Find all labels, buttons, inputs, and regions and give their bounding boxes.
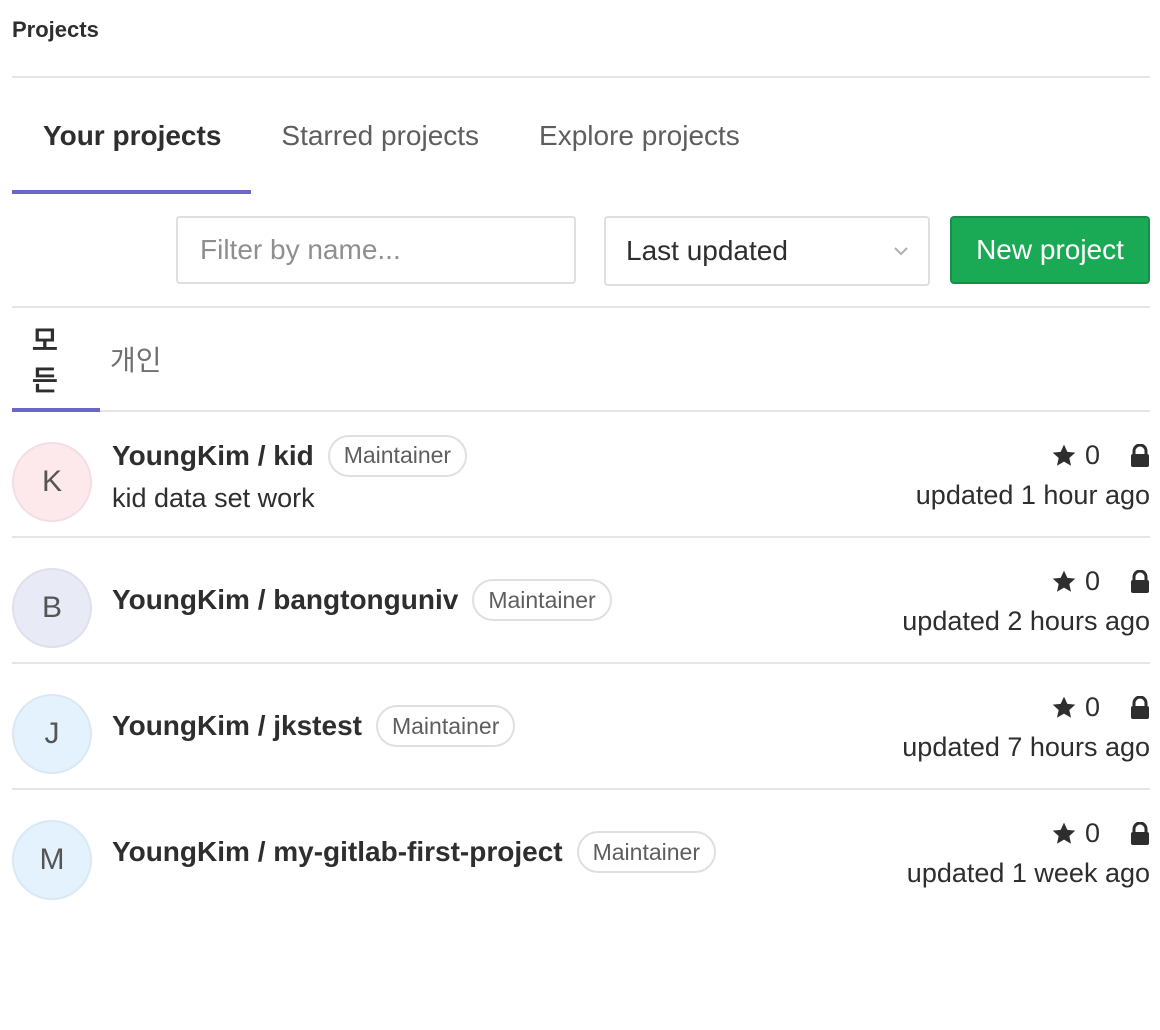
role-badge: Maintainer bbox=[327, 434, 468, 477]
project-info: YoungKim / kid Maintainer kid data set w… bbox=[112, 412, 468, 536]
tab-all[interactable]: 모든 bbox=[12, 308, 100, 412]
project-info: YoungKim / jkstest Maintainer bbox=[112, 664, 516, 788]
lock-icon bbox=[1131, 821, 1149, 845]
avatar-letter: J bbox=[44, 717, 60, 750]
tab-label: Your projects bbox=[43, 120, 222, 151]
avatar-letter: M bbox=[39, 843, 65, 876]
updated-time: updated 1 hour ago bbox=[915, 479, 1150, 510]
updated-time: updated 7 hours ago bbox=[902, 731, 1150, 762]
tab-starred-projects[interactable]: Starred projects bbox=[251, 78, 509, 194]
project-meta: 0 updated 1 hour ago bbox=[916, 412, 1150, 536]
project-stats: 0 bbox=[1051, 438, 1150, 474]
sub-tab-label: 개인 bbox=[110, 345, 162, 376]
project-tabs: Your projects Starred projects Explore p… bbox=[12, 78, 1150, 194]
star-icon[interactable] bbox=[1051, 821, 1077, 847]
projects-page: Projects Your projects Starred projects … bbox=[12, 0, 1150, 916]
project-list: K YoungKim / kid Maintainer kid data set… bbox=[12, 412, 1150, 916]
star-count: 0 bbox=[1084, 566, 1100, 596]
project-description: kid data set work bbox=[112, 482, 315, 513]
role-badge: Maintainer bbox=[375, 705, 516, 747]
project-info: YoungKim / bangtonguniv Maintainer bbox=[112, 538, 612, 662]
project-avatar[interactable]: B bbox=[12, 568, 92, 648]
avatar-letter: B bbox=[41, 591, 62, 624]
project-stats: 0 bbox=[1051, 816, 1150, 852]
star-count: 0 bbox=[1084, 440, 1100, 470]
lock-icon bbox=[1131, 443, 1149, 467]
sub-tab-label: 모든 bbox=[32, 325, 58, 396]
role-badge: Maintainer bbox=[472, 579, 612, 621]
tab-explore-projects[interactable]: Explore projects bbox=[509, 78, 770, 194]
new-project-button[interactable]: New project bbox=[950, 216, 1150, 284]
filter-by-name-input[interactable] bbox=[176, 216, 576, 284]
star-icon[interactable] bbox=[1051, 443, 1077, 469]
avatar-letter: K bbox=[41, 465, 62, 498]
project-name-link[interactable]: YoungKim / jkstest bbox=[112, 710, 362, 742]
star-count: 0 bbox=[1084, 818, 1100, 848]
tab-your-projects[interactable]: Your projects bbox=[12, 78, 252, 194]
project-meta: 0 updated 1 week ago bbox=[907, 790, 1150, 914]
tab-label: Starred projects bbox=[281, 120, 480, 151]
project-title-line: YoungKim / bangtonguniv Maintainer bbox=[112, 579, 612, 621]
project-row: B YoungKim / bangtonguniv Maintainer 0 u… bbox=[12, 538, 1150, 664]
page-title[interactable]: Projects bbox=[12, 17, 99, 43]
project-title-line: YoungKim / jkstest Maintainer bbox=[112, 705, 516, 747]
project-stats: 0 bbox=[1051, 564, 1150, 600]
updated-time: updated 2 hours ago bbox=[902, 605, 1150, 636]
tab-personal[interactable]: 개인 bbox=[100, 308, 172, 410]
new-project-label: New project bbox=[976, 234, 1124, 265]
project-controls: Last updated New project bbox=[12, 194, 1150, 308]
star-count: 0 bbox=[1084, 692, 1100, 722]
project-title-line: YoungKim / kid Maintainer bbox=[112, 434, 468, 477]
sort-dropdown[interactable]: Last updated bbox=[604, 216, 930, 286]
breadcrumb: Projects bbox=[12, 0, 1150, 78]
project-name-link[interactable]: YoungKim / bangtonguniv bbox=[112, 584, 458, 616]
updated-time: updated 1 week ago bbox=[906, 857, 1150, 888]
sort-selected-value: Last updated bbox=[626, 235, 788, 266]
star-icon[interactable] bbox=[1051, 695, 1077, 721]
project-avatar[interactable]: K bbox=[12, 442, 92, 522]
chevron-down-icon bbox=[894, 247, 908, 256]
project-title-line: YoungKim / my-gitlab-first-project Maint… bbox=[112, 831, 716, 873]
lock-icon bbox=[1131, 695, 1149, 719]
project-row: J YoungKim / jkstest Maintainer 0 update… bbox=[12, 664, 1150, 790]
project-avatar[interactable]: M bbox=[12, 820, 92, 900]
project-row: M YoungKim / my-gitlab-first-project Mai… bbox=[12, 790, 1150, 916]
project-info: YoungKim / my-gitlab-first-project Maint… bbox=[112, 790, 716, 914]
role-badge: Maintainer bbox=[576, 831, 716, 873]
project-row: K YoungKim / kid Maintainer kid data set… bbox=[12, 412, 1150, 538]
lock-icon bbox=[1131, 569, 1149, 593]
project-name-link[interactable]: YoungKim / my-gitlab-first-project bbox=[112, 836, 563, 868]
project-meta: 0 updated 7 hours ago bbox=[902, 664, 1150, 788]
project-filter-tabs: 모든 개인 bbox=[12, 308, 1150, 412]
tab-label: Explore projects bbox=[539, 120, 740, 151]
project-stats: 0 bbox=[1051, 690, 1150, 726]
project-name-link[interactable]: YoungKim / kid bbox=[112, 440, 314, 472]
project-meta: 0 updated 2 hours ago bbox=[902, 538, 1150, 662]
project-avatar[interactable]: J bbox=[12, 694, 92, 774]
star-icon[interactable] bbox=[1051, 569, 1077, 595]
